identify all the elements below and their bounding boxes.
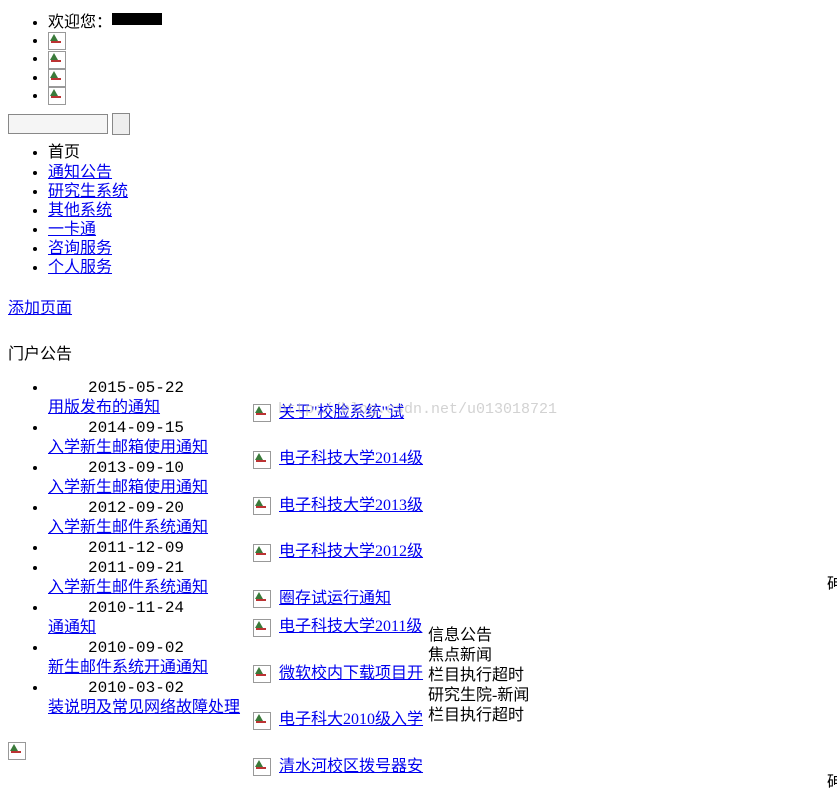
announcement-link[interactable]: 入学新生邮件系统通知 — [48, 579, 208, 596]
more-char-2: 砷 — [827, 768, 837, 792]
header-image-item-2[interactable] — [48, 50, 837, 68]
right-link[interactable]: 电子科大2010级入学 — [279, 711, 423, 728]
right-link[interactable]: 微软校内下载项目开 — [279, 665, 423, 682]
broken-image-icon — [48, 32, 66, 50]
announcement-link[interactable]: 入学新生邮件系统通知 — [48, 519, 208, 536]
welcome-prefix: 欢迎您： — [48, 14, 112, 31]
nav-list: 首页 通知公告 研究生系统 其他系统 一卡通 咨询服务 个人服务 — [8, 143, 837, 277]
right-link[interactable]: 清水河校区拨号器安 — [279, 758, 423, 775]
broken-image-icon — [48, 87, 66, 105]
search-button[interactable] — [112, 113, 130, 135]
info-line: 栏目执行超时 — [428, 706, 529, 726]
announcement-link[interactable]: 入学新生邮箱使用通知 — [48, 439, 208, 456]
search-input[interactable] — [8, 114, 108, 134]
right-link-row: 电子科技大学2014级 — [253, 444, 423, 468]
more-char-1: 砷 — [827, 570, 837, 594]
section-title: 门户公告 — [8, 340, 837, 364]
right-link-row: 圈存试运行通知 — [253, 584, 423, 608]
announcement-link[interactable]: 入学新生邮箱使用通知 — [48, 479, 208, 496]
broken-image-icon — [253, 451, 271, 469]
right-link[interactable]: 电子科技大学2013级 — [279, 497, 423, 514]
right-link-row: 电子科技大学2013级 — [253, 491, 423, 515]
add-page-link[interactable]: 添加页面 — [8, 294, 72, 318]
broken-image-icon — [253, 665, 271, 683]
search-row — [8, 113, 837, 135]
info-block: 信息公告 焦点新闻 栏目执行超时 研究生院-新闻 栏目执行超时 — [428, 626, 529, 726]
announcement-link[interactable]: 通通知 — [48, 619, 96, 636]
broken-image-icon — [48, 51, 66, 69]
right-link-row: 电子科技大学2011级 — [253, 612, 423, 636]
right-link[interactable]: 关于"校脸系统"试 — [279, 404, 404, 421]
broken-image-icon — [253, 404, 271, 422]
right-link-row: 清水河校区拨号器安 — [253, 752, 423, 776]
right-links-col: 关于"校脸系统"试 电子科技大学2014级 电子科技大学2013级 电子科技大学… — [253, 398, 423, 776]
header-image-item-4[interactable] — [48, 87, 837, 105]
broken-image-icon — [253, 619, 271, 637]
broken-image-icon — [48, 69, 66, 87]
header-image-item-1[interactable] — [48, 32, 837, 50]
announcement-link[interactable]: 用版发布的通知 — [48, 399, 160, 416]
nav-card[interactable]: 一卡通 — [48, 221, 96, 238]
broken-image-icon — [253, 590, 271, 608]
right-link[interactable]: 电子科技大学2011级 — [279, 618, 422, 635]
broken-image-icon — [253, 712, 271, 730]
right-link-row: 电子科技大学2012级 — [253, 537, 423, 561]
welcome-list: 欢迎您： — [8, 8, 837, 105]
welcome-item: 欢迎您： — [48, 8, 837, 32]
right-link[interactable]: 电子科技大学2012级 — [279, 543, 423, 560]
right-link-row: 关于"校脸系统"试 — [253, 398, 423, 422]
nav-graduate-system[interactable]: 研究生系统 — [48, 183, 128, 200]
right-link[interactable]: 圈存试运行通知 — [279, 590, 391, 607]
right-link-row: 微软校内下载项目开 — [253, 659, 423, 683]
info-line: 栏目执行超时 — [428, 666, 529, 686]
nav-home[interactable]: 首页 — [48, 144, 80, 161]
header-image-item-3[interactable] — [48, 69, 837, 87]
nav-consult[interactable]: 咨询服务 — [48, 240, 112, 257]
nav-personal[interactable]: 个人服务 — [48, 259, 112, 276]
broken-image-icon — [253, 497, 271, 515]
right-link[interactable]: 电子科技大学2014级 — [279, 450, 423, 467]
right-column: 信息公告 焦点新闻 栏目执行超时 研究生院-新闻 栏目执行超时 — [428, 378, 529, 726]
nav-notice[interactable]: 通知公告 — [48, 164, 112, 181]
info-line: 信息公告 — [428, 626, 529, 646]
info-line: 焦点新闻 — [428, 646, 529, 666]
announcement-date: 2015-05-22 — [48, 378, 428, 398]
username-redacted — [112, 13, 162, 25]
announcement-link[interactable]: 装说明及常见网络故障处理 — [48, 699, 240, 716]
info-line: 研究生院-新闻 — [428, 686, 529, 706]
announcement-link[interactable]: 新生邮件系统开通通知 — [48, 659, 208, 676]
broken-image-icon — [8, 742, 26, 760]
broken-image-icon — [253, 758, 271, 776]
broken-image-icon — [253, 544, 271, 562]
nav-other-system[interactable]: 其他系统 — [48, 202, 112, 219]
right-link-row: 电子科大2010级入学 — [253, 705, 423, 729]
